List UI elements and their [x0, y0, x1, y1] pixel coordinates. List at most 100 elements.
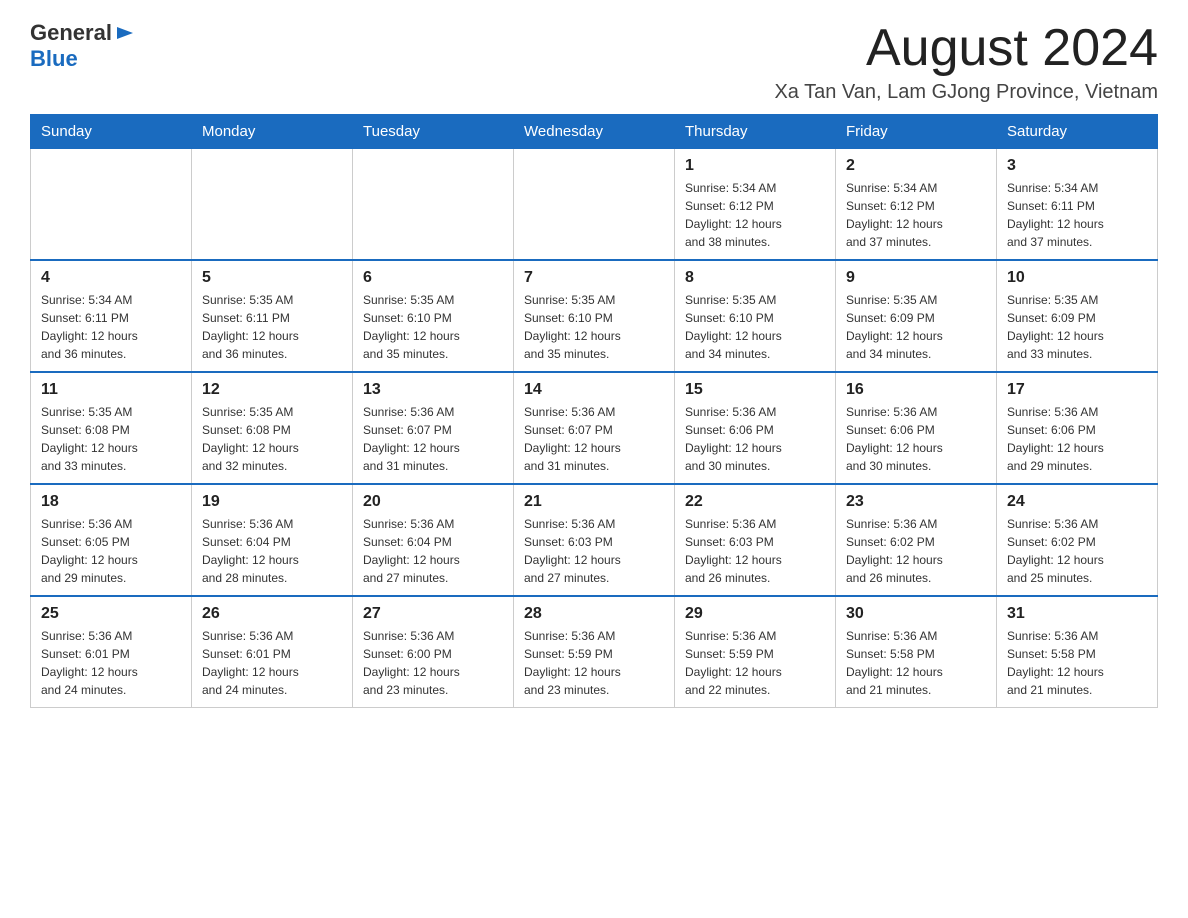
- col-monday: Monday: [192, 115, 353, 149]
- day-info: Sunrise: 5:34 AMSunset: 6:11 PMDaylight:…: [1007, 179, 1147, 251]
- table-row: 18Sunrise: 5:36 AMSunset: 6:05 PMDayligh…: [31, 484, 192, 596]
- day-number: 15: [685, 381, 825, 399]
- calendar-header-row: Sunday Monday Tuesday Wednesday Thursday…: [31, 115, 1158, 149]
- day-number: 30: [846, 605, 986, 623]
- day-number: 17: [1007, 381, 1147, 399]
- table-row: [353, 149, 514, 261]
- table-row: 3 Sunrise: 5:34 AMSunset: 6:11 PMDaylight…: [997, 149, 1158, 261]
- table-row: 7 Sunrise: 5:35 AMSunset: 6:10 PMDaylight…: [514, 260, 675, 372]
- day-number: 19: [202, 493, 342, 511]
- table-row: 16 Sunrise: 5:36 AMSunset: 6:06 PMDayligh…: [836, 372, 997, 484]
- col-sunday: Sunday: [31, 115, 192, 149]
- day-number: 25: [41, 605, 181, 623]
- day-info: Sunrise: 5:36 AMSunset: 5:58 PMDaylight:…: [846, 627, 986, 699]
- day-info: Sunrise: 5:36 AMSunset: 6:02 PMDaylight:…: [1007, 515, 1147, 587]
- day-info: Sunrise: 5:36 AMSunset: 5:58 PMDaylight:…: [1007, 627, 1147, 699]
- day-number: 16: [846, 381, 986, 399]
- day-number: 5: [202, 269, 342, 287]
- day-info: Sunrise: 5:36 AMSunset: 6:01 PMDaylight:…: [41, 627, 181, 699]
- day-number: 3: [1007, 157, 1147, 175]
- day-number: 10: [1007, 269, 1147, 287]
- day-info: Sunrise: 5:35 AMSunset: 6:10 PMDaylight:…: [685, 291, 825, 363]
- table-row: 8 Sunrise: 5:35 AMSunset: 6:10 PMDaylight…: [675, 260, 836, 372]
- table-row: 24 Sunrise: 5:36 AMSunset: 6:02 PMDayligh…: [997, 484, 1158, 596]
- table-row: 14 Sunrise: 5:36 AMSunset: 6:07 PMDayligh…: [514, 372, 675, 484]
- table-row: 25 Sunrise: 5:36 AMSunset: 6:01 PMDayligh…: [31, 596, 192, 708]
- logo-blue-text: Blue: [30, 46, 78, 71]
- day-info: Sunrise: 5:36 AMSunset: 6:07 PMDaylight:…: [524, 403, 664, 475]
- location-subtitle: Xa Tan Van, Lam GJong Province, Vietnam: [774, 81, 1158, 104]
- day-info: Sunrise: 5:35 AMSunset: 6:09 PMDaylight:…: [1007, 291, 1147, 363]
- day-info: Sunrise: 5:35 AMSunset: 6:08 PMDaylight:…: [41, 403, 181, 475]
- logo: General Blue: [30, 20, 135, 72]
- day-info: Sunrise: 5:36 AMSunset: 5:59 PMDaylight:…: [524, 627, 664, 699]
- day-number: 18: [41, 493, 181, 511]
- day-number: 20: [363, 493, 503, 511]
- table-row: 19 Sunrise: 5:36 AMSunset: 6:04 PMDayligh…: [192, 484, 353, 596]
- day-info: Sunrise: 5:36 AMSunset: 6:06 PMDaylight:…: [1007, 403, 1147, 475]
- day-number: 7: [524, 269, 664, 287]
- page-header: General Blue August 2024 Xa Tan Van, Lam…: [30, 20, 1158, 104]
- day-number: 31: [1007, 605, 1147, 623]
- day-number: 4: [41, 269, 181, 287]
- table-row: 9 Sunrise: 5:35 AMSunset: 6:09 PMDaylight…: [836, 260, 997, 372]
- table-row: 20 Sunrise: 5:36 AMSunset: 6:04 PMDayligh…: [353, 484, 514, 596]
- day-info: Sunrise: 5:36 AMSunset: 6:06 PMDaylight:…: [846, 403, 986, 475]
- table-row: 27Sunrise: 5:36 AMSunset: 6:00 PMDayligh…: [353, 596, 514, 708]
- day-info: Sunrise: 5:36 AMSunset: 6:06 PMDaylight:…: [685, 403, 825, 475]
- day-number: 13: [363, 381, 503, 399]
- col-thursday: Thursday: [675, 115, 836, 149]
- day-info: Sunrise: 5:36 AMSunset: 5:59 PMDaylight:…: [685, 627, 825, 699]
- table-row: 15 Sunrise: 5:36 AMSunset: 6:06 PMDayligh…: [675, 372, 836, 484]
- day-number: 9: [846, 269, 986, 287]
- day-info: Sunrise: 5:35 AMSunset: 6:09 PMDaylight:…: [846, 291, 986, 363]
- title-section: August 2024 Xa Tan Van, Lam GJong Provin…: [774, 20, 1158, 104]
- table-row: 2 Sunrise: 5:34 AMSunset: 6:12 PMDaylight…: [836, 149, 997, 261]
- day-number: 28: [524, 605, 664, 623]
- day-info: Sunrise: 5:35 AMSunset: 6:10 PMDaylight:…: [524, 291, 664, 363]
- day-number: 8: [685, 269, 825, 287]
- table-row: 13Sunrise: 5:36 AMSunset: 6:07 PMDayligh…: [353, 372, 514, 484]
- table-row: 30 Sunrise: 5:36 AMSunset: 5:58 PMDayligh…: [836, 596, 997, 708]
- table-row: 6Sunrise: 5:35 AMSunset: 6:10 PMDaylight…: [353, 260, 514, 372]
- day-info: Sunrise: 5:36 AMSunset: 6:03 PMDaylight:…: [685, 515, 825, 587]
- day-info: Sunrise: 5:34 AMSunset: 6:11 PMDaylight:…: [41, 291, 181, 363]
- day-info: Sunrise: 5:36 AMSunset: 6:00 PMDaylight:…: [363, 627, 503, 699]
- day-info: Sunrise: 5:36 AMSunset: 6:02 PMDaylight:…: [846, 515, 986, 587]
- day-info: Sunrise: 5:36 AMSunset: 6:03 PMDaylight:…: [524, 515, 664, 587]
- day-info: Sunrise: 5:36 AMSunset: 6:04 PMDaylight:…: [202, 515, 342, 587]
- day-number: 26: [202, 605, 342, 623]
- logo-general-text: General: [30, 20, 112, 46]
- day-number: 24: [1007, 493, 1147, 511]
- day-info: Sunrise: 5:34 AMSunset: 6:12 PMDaylight:…: [685, 179, 825, 251]
- table-row: 26 Sunrise: 5:36 AMSunset: 6:01 PMDayligh…: [192, 596, 353, 708]
- table-row: 21 Sunrise: 5:36 AMSunset: 6:03 PMDayligh…: [514, 484, 675, 596]
- month-year-title: August 2024: [774, 20, 1158, 77]
- table-row: 12Sunrise: 5:35 AMSunset: 6:08 PMDayligh…: [192, 372, 353, 484]
- table-row: 23Sunrise: 5:36 AMSunset: 6:02 PMDayligh…: [836, 484, 997, 596]
- day-number: 12: [202, 381, 342, 399]
- day-number: 11: [41, 381, 181, 399]
- table-row: 17 Sunrise: 5:36 AMSunset: 6:06 PMDayligh…: [997, 372, 1158, 484]
- col-tuesday: Tuesday: [353, 115, 514, 149]
- day-info: Sunrise: 5:34 AMSunset: 6:12 PMDaylight:…: [846, 179, 986, 251]
- table-row: 1Sunrise: 5:34 AMSunset: 6:12 PMDaylight…: [675, 149, 836, 261]
- logo-arrow-icon: [115, 23, 135, 43]
- col-friday: Friday: [836, 115, 997, 149]
- day-number: 21: [524, 493, 664, 511]
- day-number: 22: [685, 493, 825, 511]
- table-row: 11 Sunrise: 5:35 AMSunset: 6:08 PMDayligh…: [31, 372, 192, 484]
- calendar-table: Sunday Monday Tuesday Wednesday Thursday…: [30, 114, 1158, 708]
- day-info: Sunrise: 5:36 AMSunset: 6:04 PMDaylight:…: [363, 515, 503, 587]
- day-number: 6: [363, 269, 503, 287]
- col-saturday: Saturday: [997, 115, 1158, 149]
- table-row: [192, 149, 353, 261]
- day-info: Sunrise: 5:36 AMSunset: 6:01 PMDaylight:…: [202, 627, 342, 699]
- day-info: Sunrise: 5:35 AMSunset: 6:11 PMDaylight:…: [202, 291, 342, 363]
- table-row: [514, 149, 675, 261]
- col-wednesday: Wednesday: [514, 115, 675, 149]
- table-row: 31 Sunrise: 5:36 AMSunset: 5:58 PMDayligh…: [997, 596, 1158, 708]
- table-row: [31, 149, 192, 261]
- day-number: 14: [524, 381, 664, 399]
- day-number: 2: [846, 157, 986, 175]
